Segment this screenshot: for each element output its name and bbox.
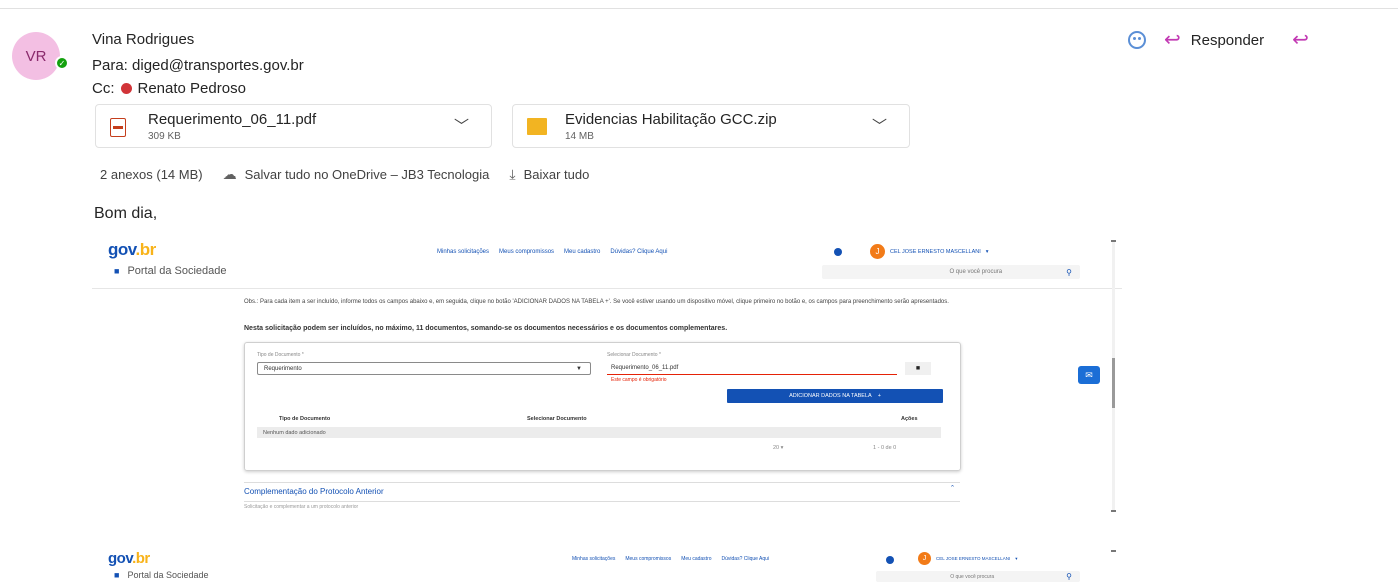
attachment-size: 309 KB (148, 131, 181, 142)
field-error: Este campo é obrigatório (611, 377, 667, 383)
nav-link: Meus compromissos (625, 556, 672, 562)
section-title: Complementação do Protocolo Anterior (244, 487, 384, 496)
chevron-down-icon[interactable]: ﹀ (454, 115, 469, 136)
plus-icon: + (877, 393, 881, 399)
govbr-logo: gov.br (108, 550, 150, 567)
reply-icon: ↩ (1164, 29, 1181, 51)
attachment-summary: 2 anexos (14 MB) ☁ Salvar tudo no OneDri… (100, 166, 589, 183)
nav-link: Dúvidas? Clique Aqui (721, 556, 770, 562)
top-nav: Minhas solicitações Meus compromissos Me… (437, 249, 667, 255)
menu-icon: ■ (114, 266, 120, 276)
attachment-name: Evidencias Habilitação GCC.zip (565, 111, 777, 128)
contrast-icon (834, 248, 842, 256)
cc-line: Cc: Renato Pedroso (92, 80, 246, 97)
content-divider (92, 288, 1122, 289)
nav-link: Minhas solicitações (437, 249, 490, 255)
search-placeholder: O que você procura (950, 573, 995, 580)
section-subtitle: Solicitação e complementar a um protocol… (244, 504, 359, 510)
pdf-icon (110, 118, 126, 137)
download-icon: ⤓ (509, 166, 516, 182)
caret-down-icon: ▼ (576, 365, 582, 372)
emoji-reaction-icon[interactable] (1128, 31, 1146, 49)
reply-label: Responder (1190, 31, 1265, 49)
attachment-size: 14 MB (565, 131, 594, 142)
portal-title: ■ Portal da Sociedade (114, 265, 227, 277)
cc-label: Cc: (92, 80, 115, 97)
scroll-up-icon (1111, 240, 1116, 242)
nav-link: Meu cadastro (564, 249, 601, 255)
presence-available-icon: ✓ (55, 56, 69, 70)
attachment-card[interactable]: Requerimento_06_11.pdf 309 KB ﹀ (95, 104, 492, 148)
embedded-screenshot-second: gov.br ■ Portal da Sociedade Minhas soli… (92, 544, 1122, 584)
scroll-down-icon (1111, 510, 1116, 512)
attachment-count: 2 anexos (14 MB) (100, 167, 203, 182)
section-header: Complementação do Protocolo Anterior ˆ (244, 482, 960, 502)
reply-all-icon[interactable]: ↩ (1292, 30, 1309, 50)
scroll-up-icon (1111, 550, 1116, 552)
user-badge: J CEL JOSE ERNESTO MASCELLANI ▾ (870, 244, 989, 259)
user-avatar: J (870, 244, 885, 259)
to-label: Para: (92, 57, 128, 74)
govbr-logo: gov.br (108, 240, 156, 259)
field-label: Selecionar Documento * (607, 352, 661, 358)
embedded-screenshot: gov.br ■ Portal da Sociedade Minhas soli… (92, 232, 1122, 515)
cloud-icon: ☁ (222, 166, 237, 182)
user-name: CEL JOSE ERNESTO MASCELLANI (936, 556, 1011, 561)
presence-busy-icon (120, 83, 132, 94)
nav-link: Dúvidas? Clique Aqui (610, 249, 668, 255)
chevron-down-icon[interactable]: ﹀ (872, 115, 887, 136)
chat-float-icon: ✉ (1078, 366, 1100, 384)
sender-name[interactable]: Vina Rodrigues (92, 31, 194, 48)
top-divider (0, 8, 1398, 9)
search-icon: ⚲ (1066, 267, 1072, 277)
page-size-select: 20 ▾ (773, 445, 784, 451)
to-recipient[interactable]: diged@transportes.gov.br (132, 57, 304, 74)
field-label: Tipo de Documento * (257, 352, 304, 358)
header-actions: ↩ Responder ↩ (1128, 30, 1309, 50)
column-header: Selecionar Documento (527, 416, 587, 422)
user-badge: J CEL JOSE ERNESTO MASCELLANI ▾ (918, 552, 1018, 565)
attachment-name: Requerimento_06_11.pdf (148, 111, 317, 128)
document-form-card: Tipo de Documento * Requerimento ▼ Selec… (244, 342, 961, 471)
search-placeholder: O que você procura (949, 269, 1003, 275)
portal-title: ■ Portal da Sociedade (114, 570, 209, 580)
instructions-text: Obs.: Para cada item a ser incluído, inf… (244, 299, 949, 305)
limit-text: Nesta solicitação podem ser incluídos, n… (244, 325, 728, 332)
scrollbar-thumb (1112, 358, 1115, 408)
menu-icon: ■ (114, 570, 120, 580)
chevron-up-icon: ˆ (951, 484, 954, 494)
page-info: 1 - 0 de 0 (873, 445, 897, 451)
to-line: Para: diged@transportes.gov.br (92, 57, 304, 74)
nav-link: Meu cadastro (681, 556, 712, 562)
message-greeting: Bom dia, (94, 205, 158, 222)
column-header: Tipo de Documento (279, 416, 331, 422)
chevron-down-icon: ▾ (985, 248, 989, 255)
document-type-select: Requerimento ▼ (257, 362, 591, 375)
portal-name: Portal da Sociedade (127, 265, 227, 277)
file-picker-button: ■ (905, 362, 931, 375)
add-to-table-button: ADICIONAR DADOS NA TABELA + (727, 389, 943, 403)
sender-avatar[interactable]: VR (12, 32, 60, 80)
reply-button[interactable]: ↩ Responder (1164, 30, 1264, 50)
avatar-initials: VR (25, 47, 47, 65)
contrast-icon (886, 556, 894, 564)
search-box: O que você procura ⚲ (876, 571, 1080, 582)
nav-link: Meus compromissos (499, 249, 555, 255)
search-box: O que você procura ⚲ (822, 265, 1080, 279)
user-avatar: J (918, 552, 931, 565)
zip-icon (527, 118, 547, 135)
top-nav: Minhas solicitações Meus compromissos Me… (572, 556, 769, 562)
attachment-card[interactable]: Evidencias Habilitação GCC.zip 14 MB ﹀ (512, 104, 910, 148)
chevron-down-icon: ▾ (1015, 555, 1018, 561)
search-icon: ⚲ (1066, 572, 1072, 581)
download-all-link[interactable]: Baixar tudo (524, 167, 590, 182)
table-row: Nenhum dado adicionado (257, 427, 941, 438)
user-name: CEL JOSE ERNESTO MASCELLANI (890, 248, 981, 255)
nav-link: Minhas solicitações (572, 556, 616, 562)
cc-recipient[interactable]: Renato Pedroso (138, 80, 246, 97)
document-file-input: Requerimento_06_11.pdf (607, 362, 897, 375)
save-onedrive-link[interactable]: Salvar tudo no OneDrive – JB3 Tecnologia (245, 167, 490, 182)
portal-name: Portal da Sociedade (127, 570, 209, 580)
column-header: Ações (901, 416, 918, 422)
